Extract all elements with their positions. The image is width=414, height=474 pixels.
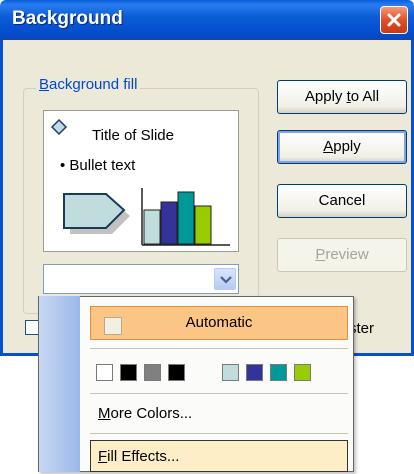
- close-button[interactable]: [380, 6, 408, 34]
- color-swatch-3[interactable]: [144, 364, 161, 381]
- color-swatch-4[interactable]: [168, 364, 185, 381]
- menu-side-strip: [38, 296, 80, 472]
- dialog-title: Background: [12, 8, 123, 29]
- apply-to-all-button[interactable]: Apply to All: [277, 80, 407, 114]
- color-swatch-5[interactable]: [222, 364, 239, 381]
- chevron-down-icon: [220, 276, 232, 284]
- bar-chart-icon: [141, 188, 230, 246]
- combo-dropdown-button[interactable]: [214, 268, 236, 290]
- preview-button: Preview: [277, 238, 407, 272]
- color-swatch-6[interactable]: [246, 364, 263, 381]
- fill-color-combo[interactable]: [43, 264, 239, 294]
- fill-effects-option[interactable]: Fill Effects...: [90, 440, 348, 472]
- more-colors-option[interactable]: More Colors...: [90, 398, 348, 432]
- title-bar: Background: [0, 0, 414, 40]
- color-swatch-1[interactable]: [96, 364, 113, 381]
- background-fill-label: Background fill: [36, 76, 141, 93]
- close-icon: [387, 13, 401, 27]
- preview-title-text: Title of Slide: [92, 127, 174, 144]
- apply-button[interactable]: Apply: [277, 130, 407, 164]
- arrow-shape-icon: [63, 193, 130, 234]
- color-swatch-8[interactable]: [294, 364, 311, 381]
- cancel-button[interactable]: Cancel: [277, 184, 407, 218]
- automatic-swatch: [104, 317, 122, 335]
- menu-separator: [90, 393, 348, 394]
- menu-separator: [90, 348, 348, 349]
- color-swatch-7[interactable]: [270, 364, 287, 381]
- color-swatch-2[interactable]: [120, 364, 137, 381]
- diamond-bullet-icon: [50, 118, 68, 136]
- menu-separator: [90, 433, 348, 434]
- automatic-option[interactable]: Automatic: [90, 306, 348, 340]
- preview-bullet-text: • Bullet text: [60, 157, 136, 174]
